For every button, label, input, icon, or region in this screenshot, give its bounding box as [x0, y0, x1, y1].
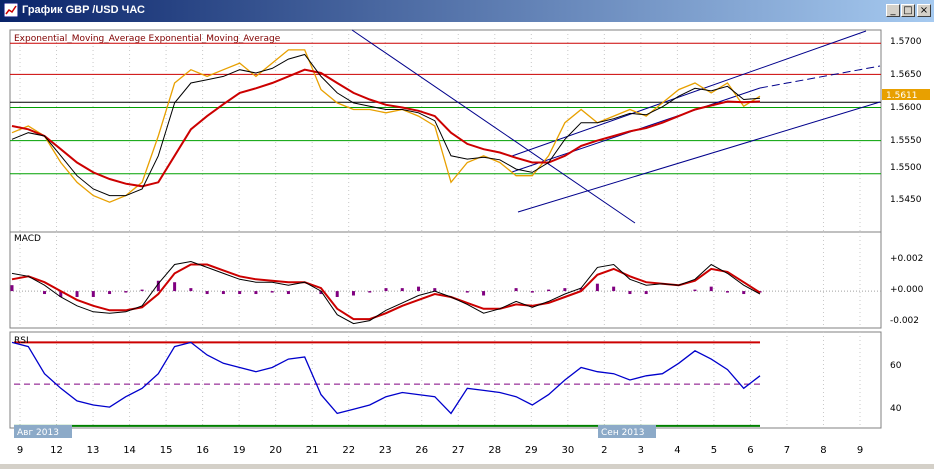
- window-title: График GBP /USD ЧАС: [22, 4, 145, 16]
- macd-tick: -0.002: [890, 316, 919, 326]
- day-label: 29: [525, 445, 538, 456]
- close-button[interactable]: ×: [917, 4, 931, 17]
- day-label: 28: [488, 445, 501, 456]
- maximize-button[interactable]: □: [901, 4, 915, 17]
- rsi-axis: 60 40: [890, 361, 902, 414]
- rsi-tick: 60: [890, 361, 902, 371]
- day-label: 22: [342, 445, 355, 456]
- price-tick: 1.5600: [890, 103, 922, 113]
- chart-canvas[interactable]: Exponential_Moving_Average Exponential_M…: [0, 22, 934, 464]
- day-label: 27: [452, 445, 465, 456]
- day-label: 14: [123, 445, 136, 456]
- current-price-label: 1.5611: [886, 91, 918, 101]
- ema-legend: Exponential_Moving_Average Exponential_M…: [14, 34, 281, 44]
- price-tick: 1.5550: [890, 136, 922, 146]
- price-tick: 1.5650: [890, 70, 922, 80]
- month-change-label: Сен 2013: [601, 428, 644, 438]
- day-label: 20: [269, 445, 282, 456]
- title-bar[interactable]: График GBP /USD ЧАС _ □ ×: [0, 0, 934, 22]
- day-label: 13: [87, 445, 100, 456]
- day-label: 30: [561, 445, 574, 456]
- day-label: 16: [196, 445, 209, 456]
- minimize-button[interactable]: _: [886, 4, 900, 17]
- day-label: 21: [306, 445, 319, 456]
- price-tick: 1.5700: [890, 37, 922, 47]
- macd-label: MACD: [14, 234, 41, 244]
- price-tick: 1.5450: [890, 195, 922, 205]
- macd-axis: +0.002 +0.000 -0.002: [890, 254, 924, 326]
- macd-tick: +0.002: [890, 254, 923, 264]
- day-label: 2: [601, 445, 607, 456]
- day-label: 6: [747, 445, 753, 456]
- day-label: 8: [820, 445, 826, 456]
- day-label: 5: [711, 445, 717, 456]
- rsi-tick: 40: [890, 404, 902, 414]
- day-label: 26: [415, 445, 428, 456]
- day-label: 23: [379, 445, 392, 456]
- day-label: 7: [784, 445, 790, 456]
- day-label: 4: [674, 445, 680, 456]
- day-label: 9: [17, 445, 23, 456]
- macd-tick: +0.000: [890, 285, 924, 295]
- chart-app-icon: [4, 3, 18, 17]
- rsi-label: RSI: [14, 336, 29, 346]
- chart-area[interactable]: Exponential_Moving_Average Exponential_M…: [0, 22, 934, 464]
- month-start-label: Авг 2013: [17, 428, 59, 438]
- day-label: 12: [50, 445, 63, 456]
- day-label: 3: [638, 445, 644, 456]
- day-label: 15: [160, 445, 173, 456]
- time-axis: Авг 2013 Сен 2013 9 12 13 14 15 16 19 20 21 22 23 2…: [14, 425, 863, 456]
- price-axis: 1.5700 1.5650 1.5600 1.5550 1.5500 1.545…: [882, 37, 930, 205]
- price-tick: 1.5500: [890, 163, 922, 173]
- day-label: 19: [233, 445, 246, 456]
- day-label: 9: [857, 445, 863, 456]
